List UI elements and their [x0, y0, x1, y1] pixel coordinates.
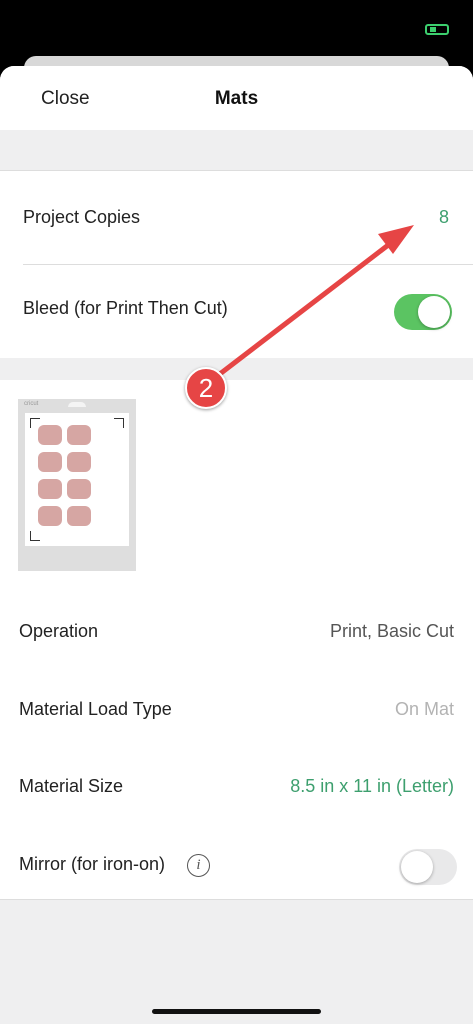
step-number-badge: 2	[185, 367, 227, 409]
annotation-arrow	[209, 225, 414, 383]
